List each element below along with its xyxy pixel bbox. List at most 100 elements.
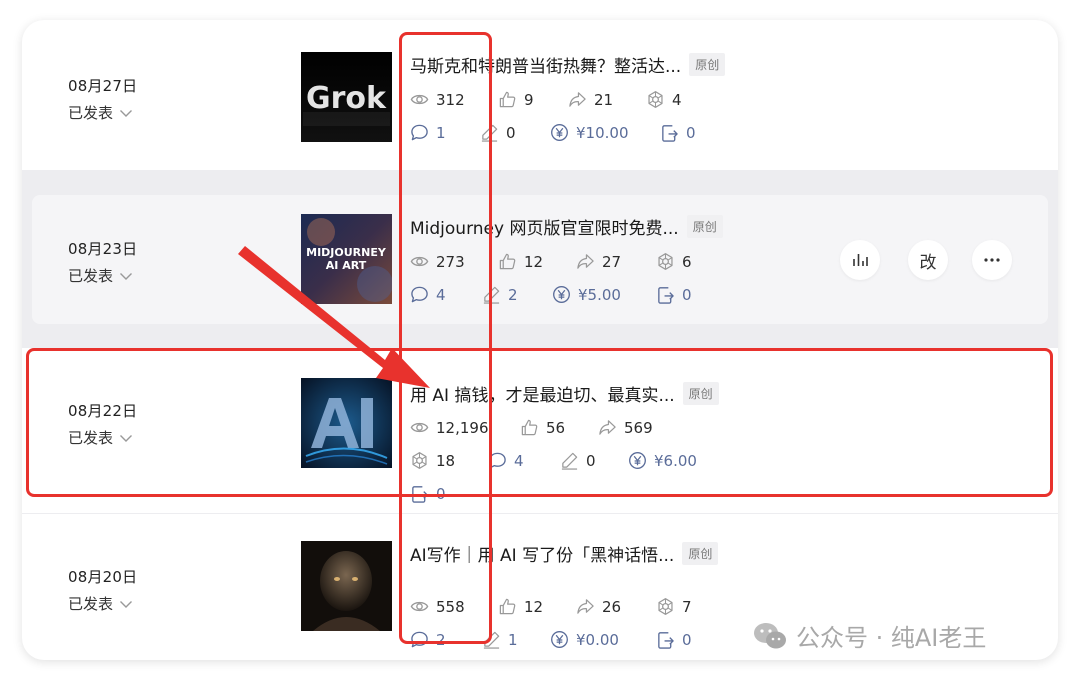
title-row: Midjourney 网页版官宣限时免费... 原创 bbox=[410, 214, 723, 239]
notes-metric: 0 bbox=[560, 451, 596, 470]
notes-metric[interactable]: 2 bbox=[482, 285, 518, 304]
thumbs-up-icon bbox=[498, 252, 517, 271]
pen-icon bbox=[560, 451, 579, 470]
status-dropdown[interactable]: 已发表 bbox=[68, 265, 137, 286]
chevron-down-icon bbox=[119, 433, 133, 443]
thumb-title: Grok bbox=[306, 81, 387, 116]
thumb-subtitle: AI ART bbox=[326, 259, 367, 272]
watermark-text: 公众号 · 纯AI老王 bbox=[796, 624, 987, 652]
reads-metric: 273 bbox=[410, 252, 465, 271]
comments-metric[interactable]: 4 bbox=[488, 451, 524, 470]
eye-icon bbox=[410, 597, 429, 616]
chevron-down-icon bbox=[119, 108, 133, 118]
title-row: 用 AI 搞钱，才是最迫切、最真实... 原创 bbox=[410, 381, 719, 406]
article-row[interactable]: 08月27日 已发表 Grok 马斯克和特朗普当街热舞？整活达... 原创 31… bbox=[22, 20, 1058, 170]
likes-metric: 9 bbox=[498, 90, 534, 109]
original-tag: 原创 bbox=[686, 215, 723, 238]
earnings-metric[interactable]: ¥10.00 bbox=[550, 123, 629, 142]
jumps-metric[interactable]: 0 bbox=[660, 123, 696, 142]
recommends-metric: 7 bbox=[656, 597, 692, 616]
recommend-icon bbox=[646, 90, 665, 109]
eye-icon bbox=[410, 418, 429, 437]
share-icon bbox=[568, 90, 587, 109]
status-dropdown[interactable]: 已发表 bbox=[68, 427, 137, 448]
title-row: 马斯克和特朗普当街热舞？整活达... 原创 bbox=[410, 52, 726, 77]
more-icon bbox=[984, 258, 1000, 262]
status-label: 已发表 bbox=[68, 104, 114, 122]
comment-icon bbox=[410, 123, 429, 142]
recommends-metric: 4 bbox=[646, 90, 682, 109]
stats-button[interactable] bbox=[840, 240, 880, 280]
article-title[interactable]: 用 AI 搞钱，才是最迫切、最真实... bbox=[410, 381, 675, 406]
jumps-metric[interactable]: 0 bbox=[656, 630, 692, 649]
date-column: 08月22日 已发表 bbox=[68, 400, 137, 448]
jumps-metric[interactable]: 0 bbox=[410, 484, 446, 503]
article-thumbnail[interactable]: MIDJOURNEY AI ART bbox=[301, 214, 392, 304]
thumbs-up-icon bbox=[498, 597, 517, 616]
publish-date: 08月23日 bbox=[68, 240, 138, 258]
jump-icon bbox=[660, 123, 679, 142]
jump-icon bbox=[410, 484, 429, 503]
comments-metric[interactable]: 4 bbox=[410, 285, 446, 304]
chevron-down-icon bbox=[119, 599, 133, 609]
more-button[interactable] bbox=[972, 240, 1012, 280]
recommend-icon bbox=[410, 451, 429, 470]
article-row[interactable]: 08月22日 已发表 用 AI 搞钱，才是最迫切、最真实... 原创 12,19… bbox=[22, 348, 1058, 513]
date-column: 08月20日 已发表 bbox=[68, 566, 137, 614]
status-label: 已发表 bbox=[68, 595, 114, 613]
article-row[interactable]: 08月23日 已发表 MIDJOURNEY AI ART Midjourney … bbox=[22, 187, 1058, 332]
comments-metric[interactable]: 2 bbox=[410, 630, 446, 649]
reads-metric: 312 bbox=[410, 90, 465, 109]
comment-icon bbox=[410, 630, 429, 649]
status-label: 已发表 bbox=[68, 429, 114, 447]
yuan-icon bbox=[628, 451, 647, 470]
edit-button[interactable]: 改 bbox=[908, 240, 948, 280]
jump-icon bbox=[656, 630, 675, 649]
article-title[interactable]: AI写作｜用 AI 写了份「黑神话悟... bbox=[410, 541, 674, 566]
edit-label: 改 bbox=[919, 252, 937, 273]
notes-metric[interactable]: 1 bbox=[482, 630, 518, 649]
publish-date: 08月27日 bbox=[68, 77, 138, 95]
recommend-icon bbox=[656, 252, 675, 271]
yuan-icon bbox=[550, 123, 569, 142]
comment-icon bbox=[488, 451, 507, 470]
recommends-metric: 6 bbox=[656, 252, 692, 271]
jumps-metric[interactable]: 0 bbox=[656, 285, 692, 304]
shares-metric: 26 bbox=[576, 597, 621, 616]
earnings-metric[interactable]: ¥5.00 bbox=[552, 285, 621, 304]
thumb-title: MIDJOURNEY bbox=[306, 246, 387, 259]
article-list: 08月27日 已发表 Grok 马斯克和特朗普当街热舞？整活达... 原创 31… bbox=[22, 20, 1058, 660]
thumbs-up-icon bbox=[498, 90, 517, 109]
share-icon bbox=[576, 597, 595, 616]
wechat-icon bbox=[754, 622, 786, 648]
comments-metric[interactable]: 1 bbox=[410, 123, 446, 142]
share-icon bbox=[598, 418, 617, 437]
yuan-icon bbox=[552, 285, 571, 304]
article-title[interactable]: Midjourney 网页版官宣限时免费... bbox=[410, 214, 679, 239]
article-thumbnail[interactable]: Grok bbox=[301, 52, 392, 142]
yuan-icon bbox=[550, 630, 569, 649]
original-tag: 原创 bbox=[682, 542, 719, 565]
jump-icon bbox=[656, 285, 675, 304]
notes-metric: 0 bbox=[480, 123, 516, 142]
chevron-down-icon bbox=[119, 271, 133, 281]
earnings-metric[interactable]: ¥0.00 bbox=[550, 630, 619, 649]
date-column: 08月23日 已发表 bbox=[68, 238, 137, 286]
recommend-icon bbox=[656, 597, 675, 616]
article-thumbnail[interactable] bbox=[301, 541, 392, 631]
pen-icon bbox=[480, 123, 499, 142]
reads-metric: 12,196 bbox=[410, 418, 489, 437]
article-thumbnail[interactable] bbox=[301, 378, 392, 468]
comment-icon bbox=[410, 285, 429, 304]
thumbs-up-icon bbox=[520, 418, 539, 437]
article-title[interactable]: 马斯克和特朗普当街热舞？整活达... bbox=[410, 52, 681, 77]
status-dropdown[interactable]: 已发表 bbox=[68, 102, 137, 123]
pen-icon bbox=[482, 630, 501, 649]
shares-metric: 569 bbox=[598, 418, 653, 437]
watermark: 公众号 · 纯AI老王 bbox=[752, 618, 986, 653]
likes-metric: 56 bbox=[520, 418, 565, 437]
status-dropdown[interactable]: 已发表 bbox=[68, 593, 137, 614]
publish-date: 08月22日 bbox=[68, 402, 138, 420]
earnings-metric[interactable]: ¥6.00 bbox=[628, 451, 697, 470]
shares-metric: 21 bbox=[568, 90, 613, 109]
